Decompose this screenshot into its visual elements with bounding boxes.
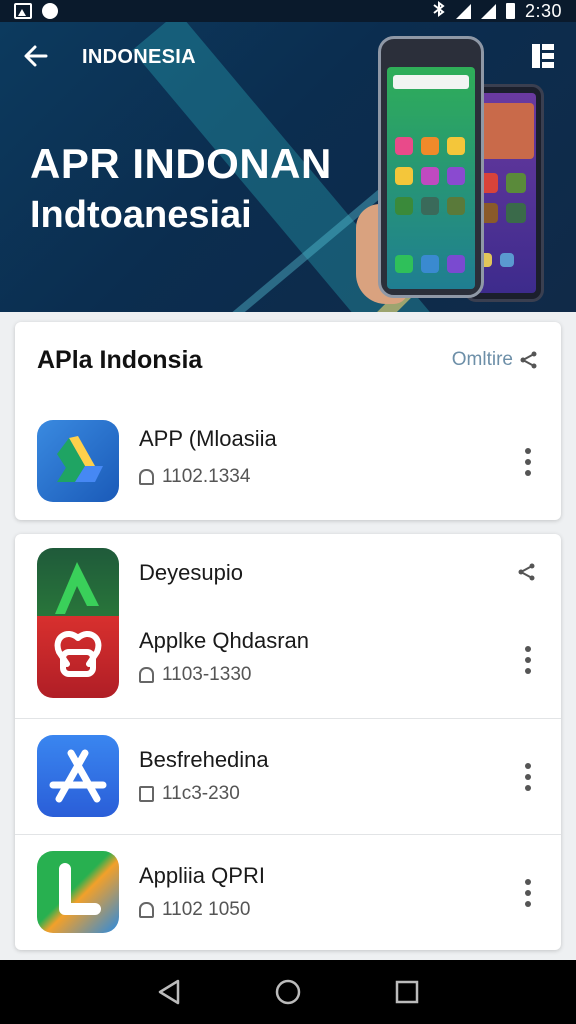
app-name: APP (Mloasiia	[139, 426, 277, 451]
more-vert-icon[interactable]	[525, 448, 531, 476]
cell-signal-icon	[480, 3, 496, 19]
more-vert-icon[interactable]	[525, 879, 531, 907]
see-more-link[interactable]: Omltire	[452, 349, 513, 371]
list-item[interactable]: Applke Qhdasran 1103-1330	[15, 616, 561, 716]
download-icon	[139, 667, 154, 683]
back-arrow-icon[interactable]	[22, 42, 52, 72]
app-meta: 11c3-230	[139, 783, 240, 805]
status-time: 2:30	[524, 0, 562, 21]
featured-apps-card: APla Indonsia Omltire APP (Mloasiia 1102…	[15, 322, 561, 520]
download-icon	[139, 469, 154, 485]
app-meta: 1103-1330	[139, 664, 251, 686]
app-meta-value: 1102.1334	[162, 466, 251, 487]
more-vert-icon[interactable]	[525, 646, 531, 674]
group-header-label: Deyesupio	[139, 560, 243, 585]
list-item[interactable]: APP (Mloasiia 1102.1334	[15, 420, 561, 506]
apps-list-card: Deyesupio Applke Qhdasran 1103-1330 Besf…	[15, 534, 561, 950]
hero-banner: INDONESIA APR INDONAN Indtoanesiai	[0, 22, 576, 312]
notification-icon	[42, 3, 58, 19]
app-meta-value: 1103-1330	[162, 664, 252, 685]
share-icon[interactable]	[519, 350, 539, 370]
red-app-icon	[37, 616, 119, 698]
bluetooth-icon	[432, 0, 446, 22]
battery-icon	[505, 3, 515, 19]
app-name: Appliia QPRI	[139, 863, 265, 888]
menu-icon[interactable]	[532, 44, 554, 68]
hero-headline: APR INDONAN	[30, 140, 332, 187]
list-item[interactable]: Appliia QPRI 1102 1050	[15, 834, 561, 950]
nav-back-icon[interactable]	[157, 979, 181, 1005]
share-icon[interactable]	[517, 562, 537, 582]
wifi-signal-icon	[455, 3, 471, 19]
more-vert-icon[interactable]	[525, 763, 531, 791]
drive-app-icon	[37, 420, 119, 502]
gallery-notification-icon	[14, 3, 32, 19]
download-icon	[139, 902, 154, 918]
status-bar: 2:30	[0, 0, 576, 22]
phone-illustration-front	[378, 36, 484, 298]
app-meta-value: 11c3-230	[162, 783, 240, 804]
list-item[interactable]: Besfrehedina 11c3-230	[15, 718, 561, 834]
system-nav-bar	[0, 960, 576, 1024]
app-meta-value: 1102 1050	[162, 899, 251, 920]
nav-home-icon[interactable]	[275, 979, 301, 1005]
app-meta: 1102.1334	[139, 466, 250, 488]
multicolor-app-icon	[37, 851, 119, 933]
app-meta: 1102 1050	[139, 899, 250, 921]
hero-subheadline: Indtoanesiai	[30, 194, 252, 236]
app-store-icon	[37, 735, 119, 817]
section-title: APla Indonsia	[37, 346, 203, 374]
app-name: Applke Qhdasran	[139, 628, 309, 653]
storage-icon	[139, 786, 154, 802]
page-title: INDONESIA	[82, 46, 196, 68]
app-name: Besfrehedina	[139, 747, 269, 772]
nav-recents-icon[interactable]	[395, 980, 419, 1004]
